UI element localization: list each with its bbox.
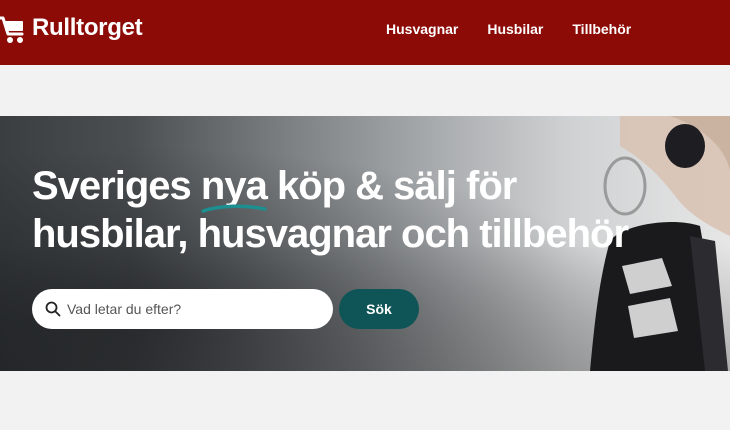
logo-link[interactable]: Rulltorget: [0, 8, 143, 48]
underline-swoosh: [201, 204, 267, 213]
content-area: [0, 371, 730, 430]
nav-item-tillbehor[interactable]: Tillbehör: [572, 20, 631, 38]
search-icon: [45, 301, 61, 317]
nav-item-husvagnar[interactable]: Husvagnar: [386, 20, 458, 38]
search-button[interactable]: Sök: [339, 289, 419, 329]
cart-icon: [0, 8, 30, 48]
top-spacer: [0, 65, 730, 116]
hero-banner: Sveriges nya köp & sälj för husbilar, hu…: [0, 116, 730, 371]
hero-title-part1: Sveriges: [32, 164, 201, 208]
site-header: Rulltorget Husvagnar Husbilar Tillbehör: [0, 0, 730, 65]
hero-title-highlight: nya: [201, 162, 268, 213]
brand-name: Rulltorget: [32, 14, 143, 41]
search-box[interactable]: [32, 289, 333, 329]
nav-item-husbilar[interactable]: Husbilar: [487, 20, 543, 38]
search-input[interactable]: [67, 301, 307, 317]
main-nav: Husvagnar Husbilar Tillbehör: [386, 20, 660, 38]
hero-title: Sveriges nya köp & sälj för husbilar, hu…: [32, 162, 672, 258]
